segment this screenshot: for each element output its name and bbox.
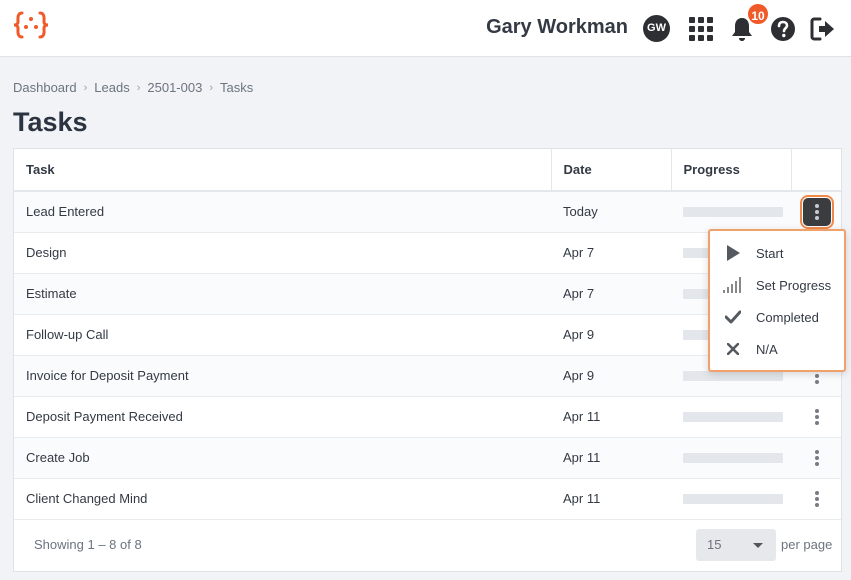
kebab-menu-icon <box>815 408 819 425</box>
task-date: Today <box>551 191 671 233</box>
play-icon <box>710 245 756 261</box>
menu-item-start[interactable]: Start <box>710 237 844 269</box>
chevron-right-icon: › <box>209 81 213 94</box>
table-row: Client Changed Mind Apr 11 <box>14 478 841 520</box>
task-date: Apr 11 <box>551 396 671 438</box>
help-icon[interactable] <box>770 16 796 42</box>
task-progress-cell <box>671 191 791 233</box>
task-name: Follow-up Call <box>14 314 551 356</box>
task-progress-cell <box>671 478 791 520</box>
kebab-menu-icon <box>815 203 819 220</box>
breadcrumb-current: Tasks <box>220 80 254 95</box>
breadcrumb-dashboard[interactable]: Dashboard <box>13 80 77 95</box>
task-date: Apr 9 <box>551 314 671 356</box>
task-name: Estimate <box>14 273 551 315</box>
task-actions-menu: Start Set Progress Completed N/A <box>708 229 846 372</box>
progress-bar <box>683 493 783 504</box>
menu-item-label: N/A <box>756 341 778 357</box>
menu-item-label: Start <box>756 245 784 261</box>
row-actions-button[interactable] <box>803 403 831 431</box>
breadcrumb: Dashboard › Leads › 2501-003 › Tasks <box>13 80 253 95</box>
breadcrumb-leads[interactable]: Leads <box>94 80 129 95</box>
row-actions-button[interactable] <box>803 485 831 513</box>
column-header-progress[interactable]: Progress <box>671 149 792 192</box>
avatar[interactable]: GW <box>643 15 670 42</box>
apps-grid-icon[interactable] <box>688 16 714 42</box>
page-title: Tasks <box>13 107 88 137</box>
row-actions-button[interactable] <box>800 194 834 229</box>
pagination-summary: Showing 1 – 8 of 8 <box>34 537 142 552</box>
brand-logo-icon[interactable] <box>13 10 49 40</box>
progress-bar <box>683 452 783 463</box>
table-row: Lead Entered Today <box>14 191 841 233</box>
user-name: Gary Workman <box>486 16 628 38</box>
per-page-select[interactable]: 15 <box>696 529 776 561</box>
column-header-task[interactable]: Task <box>14 149 552 192</box>
table-row: Deposit Payment Received Apr 11 <box>14 396 841 438</box>
signal-bars-icon <box>710 277 756 293</box>
column-header-date[interactable]: Date <box>551 149 672 192</box>
progress-bar <box>683 411 783 422</box>
x-icon <box>710 343 756 355</box>
chevron-right-icon: › <box>136 81 141 94</box>
per-page-value: 15 <box>707 537 722 552</box>
kebab-menu-icon <box>815 490 819 507</box>
table-footer: Showing 1 – 8 of 8 15 per page <box>14 519 841 571</box>
caret-down-icon <box>753 543 763 548</box>
logout-icon[interactable] <box>810 16 836 42</box>
task-progress-cell <box>671 437 791 479</box>
progress-bar <box>683 370 783 381</box>
task-actions-cell <box>791 437 841 479</box>
task-actions-cell <box>791 191 841 233</box>
task-name: Create Job <box>14 437 551 479</box>
per-page-label: per page <box>781 537 833 552</box>
top-bar: Gary Workman GW 10 <box>0 0 851 57</box>
kebab-menu-icon <box>815 449 819 466</box>
task-name: Design <box>14 232 551 274</box>
task-actions-cell <box>791 396 841 438</box>
task-date: Apr 7 <box>551 273 671 315</box>
menu-item-label: Set Progress <box>756 277 832 293</box>
task-name: Lead Entered <box>14 191 551 233</box>
check-icon <box>710 310 756 324</box>
breadcrumb-lead-id[interactable]: 2501-003 <box>147 80 202 95</box>
menu-item-na[interactable]: N/A <box>710 333 844 365</box>
task-date: Apr 7 <box>551 232 671 274</box>
task-name: Invoice for Deposit Payment <box>14 355 551 397</box>
progress-bar <box>683 206 783 217</box>
task-name: Client Changed Mind <box>14 478 551 520</box>
task-progress-cell <box>671 396 791 438</box>
row-actions-button[interactable] <box>803 444 831 472</box>
table-row: Create Job Apr 11 <box>14 437 841 479</box>
chevron-right-icon: › <box>83 81 88 94</box>
menu-item-completed[interactable]: Completed <box>710 301 844 333</box>
column-header-actions <box>791 149 841 192</box>
notification-badge: 10 <box>746 2 770 26</box>
task-actions-cell <box>791 478 841 520</box>
task-date: Apr 9 <box>551 355 671 397</box>
task-date: Apr 11 <box>551 478 671 520</box>
menu-item-set-progress[interactable]: Set Progress <box>710 269 844 301</box>
menu-item-label: Completed <box>756 309 819 325</box>
task-date: Apr 11 <box>551 437 671 479</box>
task-name: Deposit Payment Received <box>14 396 551 438</box>
